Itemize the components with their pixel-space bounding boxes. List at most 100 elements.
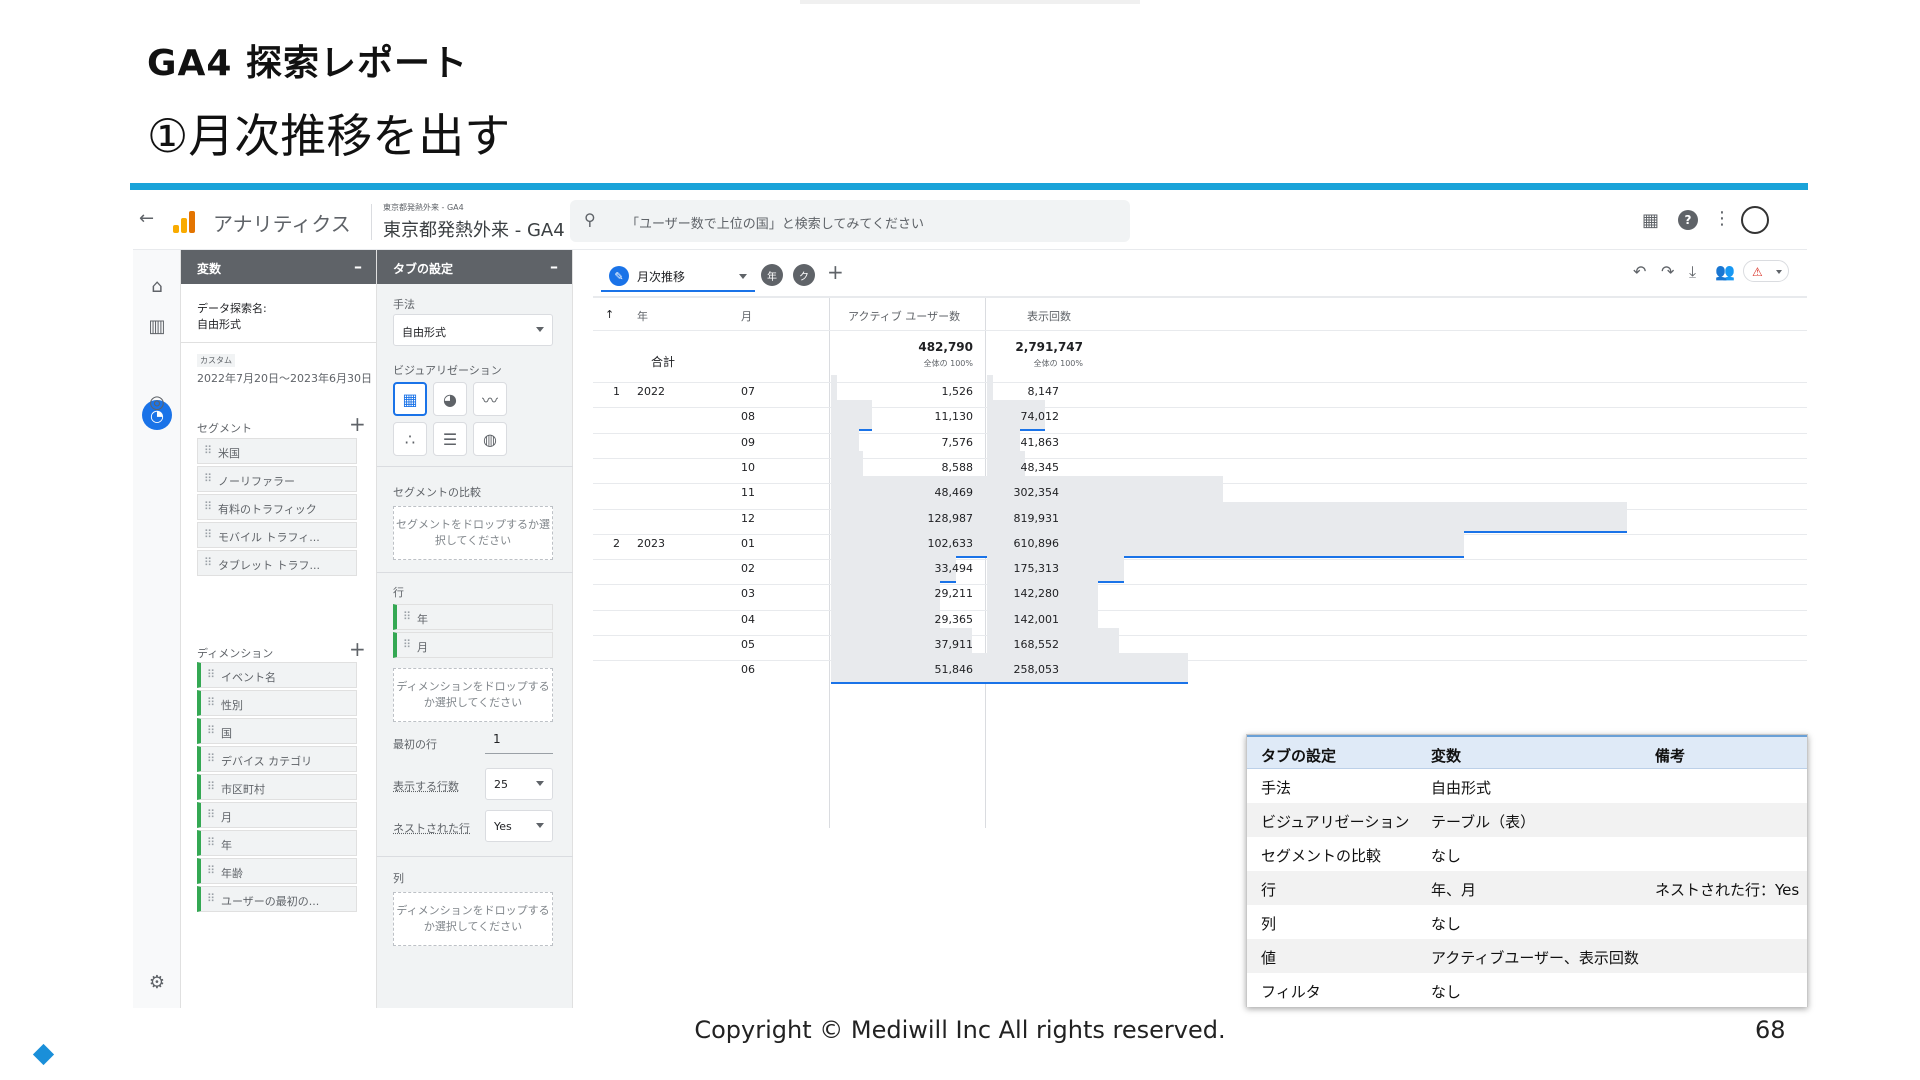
more-vert-icon[interactable]: ⋮: [1713, 208, 1731, 229]
search-box[interactable]: ⚲ 「ユーザー数で上位の国」と検索してみてください: [570, 200, 1130, 242]
row-divider: [593, 610, 1807, 611]
row-year: 2023: [637, 537, 665, 550]
rows-shown-select[interactable]: 25: [485, 768, 553, 800]
tab-monthly-trend[interactable]: ✎ 月次推移: [601, 260, 755, 292]
notes-cell: 値: [1261, 949, 1277, 967]
drag-handle-icon[interactable]: ⠿: [204, 472, 212, 485]
add-tab-icon[interactable]: +: [827, 260, 844, 284]
drag-handle-icon[interactable]: ⠿: [207, 808, 215, 821]
row-views: 142,280: [1013, 587, 1060, 600]
row-dimension-chip[interactable]: ⠿ 月: [393, 632, 553, 658]
table-viz-icon[interactable]: ▦: [393, 382, 427, 416]
row-year: 2022: [637, 385, 665, 398]
undo-icon[interactable]: ↶: [1633, 262, 1646, 281]
notes-cell: ビジュアリゼーション: [1261, 813, 1410, 831]
header-views[interactable]: 表示回数: [1027, 308, 1071, 324]
drag-handle-icon[interactable]: ⠿: [403, 610, 411, 623]
apps-grid-icon[interactable]: ▦: [1642, 210, 1659, 231]
line-viz-icon[interactable]: 〰: [473, 382, 507, 416]
notes-row: セグメントの比較 なし: [1247, 837, 1807, 871]
property-selector[interactable]: 東京都発熱外来 - GA4: [383, 216, 565, 242]
segment-chip[interactable]: ⠿ 有料のトラフィック: [197, 494, 357, 520]
drag-handle-icon[interactable]: ⠿: [207, 696, 215, 709]
header-month[interactable]: 月: [741, 308, 752, 324]
dimension-chip[interactable]: ⠿ イベント名: [197, 662, 357, 688]
row-dimension-chip[interactable]: ⠿ 年: [393, 604, 553, 630]
redo-icon[interactable]: ↷: [1661, 262, 1674, 281]
tab-year-icon[interactable]: 年: [761, 264, 783, 286]
header-active-users[interactable]: アクティブ ユーザー数: [848, 308, 960, 324]
drag-handle-icon[interactable]: ⠿: [204, 556, 212, 569]
dimension-chip[interactable]: ⠿ デバイス カテゴリ: [197, 746, 357, 772]
date-range[interactable]: 2022年7月20日～2023年6月30日: [197, 370, 372, 386]
drag-handle-icon[interactable]: ⠿: [207, 892, 215, 905]
segment-chip[interactable]: ⠿ ノーリファラー: [197, 466, 357, 492]
minimize-icon[interactable]: –: [550, 257, 558, 276]
method-select[interactable]: 自由形式: [393, 314, 553, 346]
segment-chip[interactable]: ⠿ モバイル トラフィ...: [197, 522, 357, 548]
tab-cohort-icon[interactable]: ク: [793, 264, 815, 286]
avatar[interactable]: [1741, 206, 1769, 234]
exploration-name[interactable]: 自由形式: [197, 316, 241, 332]
segment-chip[interactable]: ⠿ タブレット トラフ...: [197, 550, 357, 576]
row-divider: [593, 584, 1807, 585]
row-active-users: 33,494: [934, 562, 974, 575]
row-dimension-drop-zone[interactable]: ディメンションをドロップするか選択してください: [393, 668, 553, 722]
header-year[interactable]: 年: [637, 308, 648, 324]
row-month: 05: [741, 638, 755, 651]
nested-rows-select[interactable]: Yes: [485, 810, 553, 842]
drag-handle-icon[interactable]: ⠿: [207, 668, 215, 681]
geo-viz-icon[interactable]: ◍: [473, 422, 507, 456]
advertising-icon[interactable]: ◎: [141, 386, 173, 418]
download-icon[interactable]: ⤓: [1689, 262, 1696, 282]
segment-drop-zone[interactable]: セグメントをドロップするか選択してください: [393, 506, 553, 560]
dimension-chip[interactable]: ⠿ 性別: [197, 690, 357, 716]
dimension-chip[interactable]: ⠿ 市区町村: [197, 774, 357, 800]
row-active-users: 102,633: [927, 537, 974, 550]
drag-handle-icon[interactable]: ⠿: [207, 836, 215, 849]
drag-handle-icon[interactable]: ⠿: [403, 638, 411, 651]
nested-rows-label: ネストされた行: [393, 822, 470, 835]
row-index: 2: [613, 537, 620, 550]
segment-chip[interactable]: ⠿ 米国: [197, 438, 357, 464]
add-segment-icon[interactable]: +: [349, 412, 366, 436]
dimension-chip[interactable]: ⠿ ユーザーの最初の...: [197, 886, 357, 912]
share-user-icon[interactable]: 👥: [1715, 262, 1735, 281]
drag-handle-icon[interactable]: ⠿: [207, 724, 215, 737]
sort-arrow-icon[interactable]: ↑: [605, 308, 614, 321]
dimension-chip[interactable]: ⠿ 月: [197, 802, 357, 828]
drag-handle-icon[interactable]: ⠿: [204, 444, 212, 457]
drag-handle-icon[interactable]: ⠿: [204, 528, 212, 541]
row-chip-label: 月: [417, 641, 428, 654]
help-icon[interactable]: ?: [1678, 210, 1698, 230]
first-row-input[interactable]: 1: [485, 730, 553, 754]
drag-handle-icon[interactable]: ⠿: [207, 780, 215, 793]
notes-cell: 自由形式: [1431, 779, 1492, 797]
notes-cell: 手法: [1261, 779, 1292, 797]
minimize-icon[interactable]: –: [354, 257, 362, 276]
bar-viz-icon[interactable]: ☰: [433, 422, 467, 456]
back-arrow-icon[interactable]: ←: [139, 208, 154, 229]
drag-handle-icon[interactable]: ⠿: [207, 864, 215, 877]
notes-cell: フィルタ: [1261, 983, 1321, 1001]
dimension-chip[interactable]: ⠿ 年齢: [197, 858, 357, 884]
nav-rail: ⌂ ▥ ◔ ◎ ⚙: [133, 250, 181, 1008]
reports-icon[interactable]: ▥: [141, 310, 173, 342]
warning-menu[interactable]: ⚠: [1743, 260, 1789, 282]
column-dimension-drop-zone[interactable]: ディメンションをドロップするか選択してください: [393, 892, 553, 946]
home-icon[interactable]: ⌂: [141, 270, 173, 302]
row-views: 610,896: [1013, 537, 1060, 550]
row-index: 1: [613, 385, 620, 398]
tab-menu-arrow-icon[interactable]: [739, 274, 747, 279]
scatter-viz-icon[interactable]: ∴: [393, 422, 427, 456]
drag-handle-icon[interactable]: ⠿: [207, 752, 215, 765]
drag-handle-icon[interactable]: ⠿: [204, 500, 212, 513]
page-number: 68: [1755, 1016, 1786, 1044]
settings-gear-icon[interactable]: ⚙: [141, 966, 173, 998]
total-users-pct: 全体の 100%: [923, 359, 973, 368]
donut-viz-icon[interactable]: ◕: [433, 382, 467, 416]
dimension-chip[interactable]: ⠿ 国: [197, 718, 357, 744]
dimension-chip[interactable]: ⠿ 年: [197, 830, 357, 856]
add-dimension-icon[interactable]: +: [349, 637, 366, 661]
tab-settings-header: タブの設定 –: [377, 250, 572, 284]
